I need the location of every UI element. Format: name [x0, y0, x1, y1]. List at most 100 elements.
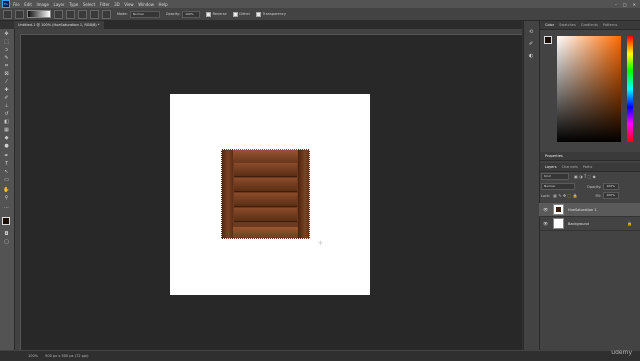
horizontal-ruler	[15, 29, 522, 35]
layer-opacity-label: Opacity:	[587, 184, 602, 189]
brush-settings-icon[interactable]: ✐	[529, 41, 533, 47]
layer-row-huesaturation[interactable]: 👁 HueSaturation 1	[539, 203, 640, 217]
filter-icons[interactable]: ▣ ◑ T ⬚ ◆	[574, 174, 596, 179]
marquee-tool-icon[interactable]: ⬚	[3, 39, 10, 45]
tab-properties[interactable]: Properties	[545, 154, 563, 158]
home-icon	[3, 9, 12, 19]
maximize-icon[interactable]: □	[623, 2, 627, 7]
menu-window[interactable]: Window	[138, 2, 154, 7]
properties-panel-header: Properties	[540, 152, 640, 161]
menu-file[interactable]: File	[13, 2, 20, 7]
close-icon[interactable]: ✕	[633, 2, 636, 7]
visibility-eye-icon[interactable]: 👁	[543, 221, 548, 226]
menu-select[interactable]: Select	[83, 2, 95, 7]
visibility-eye-icon[interactable]: 👁	[543, 207, 548, 212]
layer-name[interactable]: Background	[568, 222, 589, 226]
move-tool-icon[interactable]: ✥	[3, 31, 10, 37]
more-tools-icon[interactable]: ⋯	[3, 205, 10, 211]
gradient-preview[interactable]	[27, 10, 51, 18]
history-brush-tool-icon[interactable]: ↺	[3, 111, 10, 117]
eyedropper-tool-icon[interactable]: ⁄	[3, 79, 10, 85]
document-tab[interactable]: Untitled-1 @ 100% (HueSaturation 1, RGB/…	[14, 21, 104, 29]
pen-tool-icon[interactable]: ✒	[3, 153, 10, 159]
crop-tool-icon[interactable]: ⌗	[3, 63, 10, 69]
tab-gradients[interactable]: Gradients	[581, 23, 598, 27]
history-panel-icon[interactable]: ⟲	[529, 29, 533, 35]
photoshop-logo-icon[interactable]: Ps	[2, 0, 10, 8]
menu-view[interactable]: View	[124, 2, 134, 7]
linear-gradient-icon	[54, 9, 63, 19]
reflected-gradient-button[interactable]	[90, 9, 99, 19]
opacity-label: Opacity:	[165, 12, 181, 16]
gradient-style-buttons[interactable]	[54, 9, 63, 19]
radial-gradient-button[interactable]	[66, 9, 75, 19]
tab-color[interactable]: Color	[545, 23, 554, 27]
hue-slider[interactable]	[627, 36, 633, 142]
type-tool-icon[interactable]: T	[3, 161, 10, 167]
hand-tool-icon[interactable]: ✋	[3, 187, 10, 193]
vertical-ruler	[15, 34, 21, 350]
fill-input[interactable]: 100%	[603, 192, 620, 199]
transparency-checkbox[interactable]	[256, 11, 262, 17]
brush-tool-icon[interactable]: ✐	[3, 95, 10, 101]
rectangle-tool-icon[interactable]: ▭	[3, 177, 10, 183]
menu-type[interactable]: Type	[69, 2, 78, 7]
clone-stamp-tool-icon[interactable]: ⊥	[3, 103, 10, 109]
reverse-checkbox[interactable]	[206, 11, 212, 17]
lasso-tool-icon[interactable]: ↄ	[3, 47, 10, 53]
color-panel-foreground-swatch[interactable]	[544, 36, 552, 44]
reflected-gradient-icon	[90, 9, 99, 19]
frame-tool-icon[interactable]: ⊠	[3, 71, 10, 77]
opacity-input[interactable]: 100%	[182, 10, 201, 18]
dither-checkbox[interactable]	[232, 11, 238, 17]
selection-marquee	[221, 149, 310, 239]
menu-3d[interactable]: 3D	[114, 2, 120, 7]
udemy-watermark: udemy	[611, 349, 632, 356]
foreground-color-swatch[interactable]	[2, 217, 10, 225]
fill-label: Fill:	[595, 193, 602, 198]
eraser-tool-icon[interactable]: ◧	[3, 119, 10, 125]
menu-help[interactable]: Help	[158, 2, 167, 7]
diamond-gradient-icon	[102, 9, 111, 19]
gradient-tool-icon[interactable]: ▦	[3, 127, 10, 133]
tool-preset-picker[interactable]	[15, 9, 24, 19]
zoom-tool-icon[interactable]: ⚲	[3, 195, 10, 201]
lock-icons[interactable]: ▦ ✎ ✥ ⬚ 🔒	[553, 193, 577, 198]
background-layer-thumbnail	[553, 218, 564, 229]
dodge-tool-icon[interactable]: ●	[3, 143, 10, 149]
menu-filter[interactable]: Filter	[100, 2, 110, 7]
quick-mask-icon[interactable]: ◘	[3, 231, 10, 237]
tab-channels[interactable]: Channels	[562, 165, 578, 169]
blur-tool-icon[interactable]: ◆	[3, 135, 10, 141]
window-controls: – □ ✕	[615, 2, 636, 7]
healing-brush-tool-icon[interactable]: ✚	[3, 87, 10, 93]
reverse-label: Reverse	[212, 12, 227, 16]
tab-patterns[interactable]: Patterns	[603, 23, 617, 27]
radial-gradient-icon	[66, 9, 75, 19]
path-select-tool-icon[interactable]: ↖	[3, 169, 10, 175]
adjustments-icon[interactable]: ◐	[529, 53, 533, 59]
tab-layers[interactable]: Layers	[545, 165, 557, 169]
layer-row-background[interactable]: 👁 Background 🔒	[539, 217, 640, 231]
home-button[interactable]	[3, 9, 12, 19]
blend-mode-select[interactable]: Normal	[541, 183, 575, 190]
quick-select-tool-icon[interactable]: ✎	[3, 55, 10, 61]
screen-mode-icon[interactable]: ▢	[3, 239, 10, 245]
minimize-icon[interactable]: –	[615, 2, 617, 7]
color-picker-field[interactable]	[557, 36, 621, 142]
dither-label: Dither	[239, 12, 251, 16]
status-bar: 100% 500 px x 500 px (72 ppi)	[0, 350, 640, 360]
angle-gradient-button[interactable]	[78, 9, 87, 19]
mode-select[interactable]: Normal	[129, 10, 160, 18]
diamond-gradient-button[interactable]	[102, 9, 111, 19]
menu-layer[interactable]: Layer	[53, 2, 64, 7]
zoom-level[interactable]: 100%	[28, 354, 38, 358]
kind-filter-select[interactable]: Kind	[541, 173, 569, 180]
menu-edit[interactable]: Edit	[24, 2, 32, 7]
wooden-crate-artwork	[221, 149, 310, 239]
tab-paths[interactable]: Paths	[583, 165, 593, 169]
layer-opacity-input[interactable]: 100%	[603, 183, 620, 190]
layer-name[interactable]: HueSaturation 1	[568, 208, 597, 212]
menu-image[interactable]: Image	[36, 2, 49, 7]
tab-swatches[interactable]: Swatches	[559, 23, 576, 27]
